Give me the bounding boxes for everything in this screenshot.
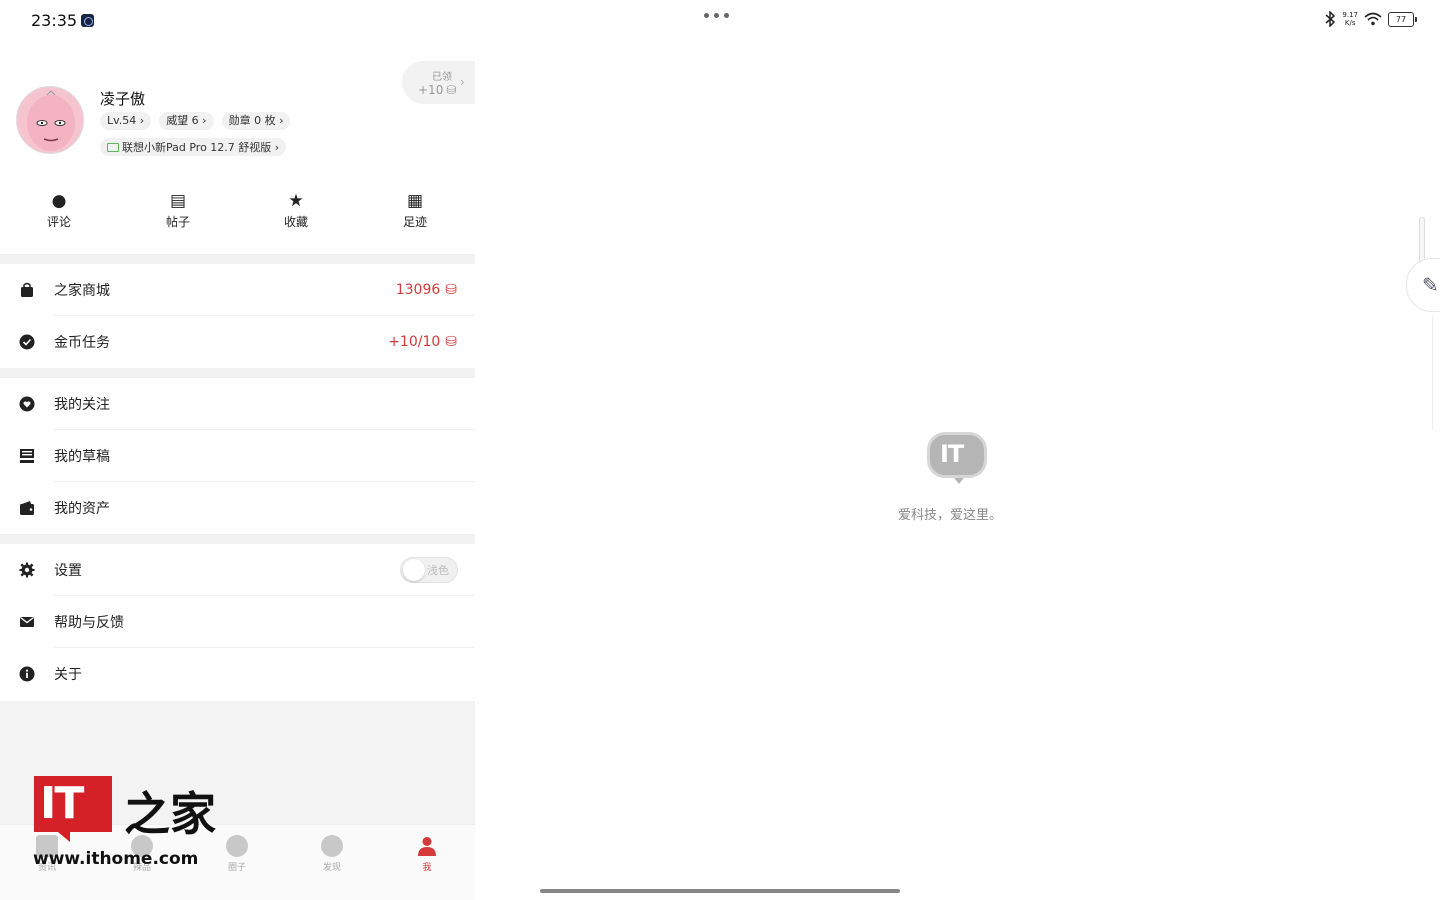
nav-tab-label: 我 (422, 863, 432, 873)
quick-action-label: 收藏 (283, 215, 308, 229)
wifi-icon (1364, 12, 1382, 26)
ithome-watermark-logo: IT (34, 776, 112, 832)
coin-stack-icon: ⛁ (445, 282, 457, 298)
menu-item-mall[interactable]: 之家商城 13096 ⛁ (0, 264, 475, 316)
claimed-coins-button[interactable]: 已领 +10 ⛁ › (402, 61, 475, 104)
watermark-url: www.ithome.com (33, 849, 199, 869)
device-chip-label: 联想小新Pad Pro 12.7 舒视版 › (122, 141, 280, 154)
theme-toggle-label: 浅色 (427, 564, 449, 577)
menu-item-label: 我的资产 (54, 501, 110, 517)
star-icon: ★ (288, 191, 304, 211)
quick-action-label: 评论 (46, 215, 71, 229)
quick-action-label: 帖子 (165, 215, 190, 229)
post-icon: ▤ (169, 191, 187, 211)
device-chip[interactable]: 联想小新Pad Pro 12.7 舒视版 › (100, 138, 287, 156)
section-divider (0, 368, 475, 378)
toggle-knob (403, 559, 425, 581)
theme-toggle[interactable]: 浅色 (400, 557, 458, 583)
wallet-icon (19, 500, 35, 516)
menu-item-follow[interactable]: 我的关注 (0, 378, 475, 430)
menu-item-label: 金币任务 (54, 335, 110, 351)
avatar[interactable] (16, 86, 84, 154)
nav-tab-discover[interactable]: 发现 (302, 835, 362, 873)
menu-item-label: 我的关注 (54, 397, 110, 413)
compass-icon (321, 835, 343, 857)
nav-tab-circle[interactable]: 圈子 (207, 835, 267, 873)
menu-item-coin-task[interactable]: 金币任务 +10/10 ⛁ (0, 316, 475, 368)
mall-coin-value: 13096 (395, 282, 441, 298)
level-chip[interactable]: Lv.54 › (100, 112, 152, 130)
multitask-handle[interactable] (704, 13, 729, 18)
claimed-value-text: +10 (418, 83, 444, 97)
calendar-icon: ▦ (406, 191, 424, 211)
chat-bubble-icon (226, 835, 248, 857)
watermark-logo-tail (58, 832, 70, 842)
info-icon (19, 666, 35, 682)
menu-item-label: 之家商城 (54, 283, 110, 299)
quick-action-history[interactable]: ▦ 足迹 (385, 190, 445, 230)
menu-item-help[interactable]: 帮助与反馈 (0, 596, 475, 648)
shopping-bag-icon (19, 282, 35, 298)
quick-action-posts[interactable]: ▤ 帖子 (148, 190, 208, 230)
section-divider (0, 254, 475, 264)
menu-item-label: 设置 (54, 563, 82, 579)
coin-task-progress: +10/10 ⛁ (388, 334, 457, 350)
empty-state-logo-text: IT (940, 440, 964, 468)
mail-icon (19, 614, 35, 630)
quick-action-comments[interactable]: ● 评论 (29, 190, 89, 230)
status-time-text: 23:35 (31, 11, 78, 30)
status-indicators: 9.17 K/s 77 (1324, 11, 1417, 27)
pen-icon: ✎ (1422, 273, 1439, 297)
app-notification-icon (81, 14, 95, 27)
bluetooth-icon (1325, 11, 1336, 27)
empty-state-slogan: 爱科技，爱这里。 (898, 508, 1003, 523)
watermark-logo-text: IT (40, 778, 84, 829)
drafts-icon (19, 448, 35, 464)
user-icon (418, 837, 436, 856)
network-speed: 9.17 K/s (1342, 11, 1358, 27)
menu-item-assets[interactable]: 我的资产 (0, 482, 475, 534)
mall-coin-balance: 13096 ⛁ (396, 282, 457, 298)
quick-actions: ● 评论 ▤ 帖子 ★ 收藏 ▦ 足迹 (0, 190, 475, 240)
medals-chip[interactable]: 勋章 0 枚 › (221, 112, 291, 130)
menu-item-drafts[interactable]: 我的草稿 (0, 430, 475, 482)
quick-action-favorites[interactable]: ★ 收藏 (266, 190, 326, 230)
menu-item-settings[interactable]: 设置 浅色 (0, 544, 475, 596)
quick-action-label: 足迹 (402, 215, 427, 229)
empty-state-logo: IT (927, 432, 987, 484)
tablet-icon (107, 142, 119, 152)
status-time: 23:35 (31, 11, 95, 30)
coin-task-value: +10/10 (388, 334, 441, 350)
menu-item-about[interactable]: 关于 (0, 648, 475, 700)
nav-tab-label: 圈子 (227, 863, 246, 873)
profile-chips: Lv.54 › 威望 6 › 勋章 0 枚 › (100, 112, 291, 130)
home-indicator[interactable] (540, 889, 900, 893)
nav-tab-label: 发现 (322, 863, 341, 873)
battery-icon: 77 (1388, 11, 1417, 27)
coin-stack-icon: ⛁ (445, 334, 457, 350)
gear-icon (19, 562, 35, 578)
nav-tab-me[interactable]: 我 (397, 835, 457, 873)
claimed-label: 已领 (432, 72, 452, 83)
menu-item-label: 关于 (54, 667, 82, 683)
network-speed-value: 9.17 (1342, 11, 1358, 19)
battery-level: 77 (1395, 14, 1407, 24)
coin-stack-icon: ⛁ (446, 83, 457, 97)
section-divider (0, 534, 475, 544)
profile-header: 凌子傲 Lv.54 › 威望 6 › 勋章 0 枚 › 联想小新Pad Pro … (0, 40, 475, 175)
menu-item-label: 我的草稿 (54, 449, 110, 465)
side-panel-edge (1432, 312, 1440, 432)
check-circle-icon (19, 334, 35, 350)
username: 凌子傲 (100, 90, 146, 108)
claimed-value: +10 ⛁ (418, 83, 456, 97)
heart-circle-icon (19, 396, 35, 412)
chevron-right-icon: › (460, 75, 465, 89)
comment-icon: ● (51, 191, 67, 211)
network-speed-unit: K/s (1344, 19, 1356, 27)
profile-panel: 凌子傲 Lv.54 › 威望 6 › 勋章 0 枚 › 联想小新Pad Pro … (0, 40, 475, 900)
prestige-chip[interactable]: 威望 6 › (159, 112, 214, 130)
menu-item-label: 帮助与反馈 (54, 615, 124, 631)
floating-pen-button[interactable]: ✎ (1406, 258, 1440, 312)
watermark-name: 之家 (124, 787, 216, 841)
